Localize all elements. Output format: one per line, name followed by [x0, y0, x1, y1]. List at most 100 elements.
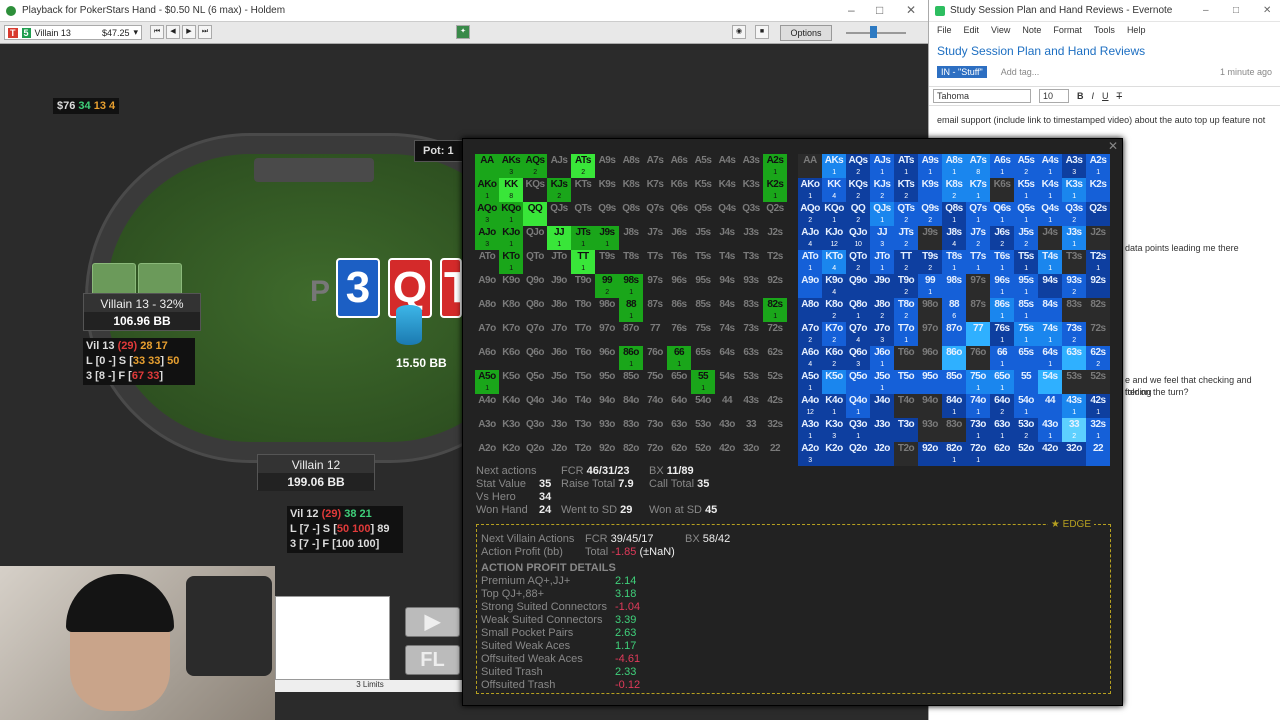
range-cell[interactable]: 76o	[643, 346, 667, 370]
range-cell[interactable]: 63o	[667, 418, 691, 442]
range-cell[interactable]: T6s 1	[990, 250, 1014, 274]
range-cell[interactable]: A2s 1	[763, 154, 787, 178]
range-cell[interactable]: T4o	[571, 394, 595, 418]
range-cell[interactable]: 55	[1014, 370, 1038, 394]
range-cell[interactable]: T9s 2	[918, 250, 942, 274]
range-cell[interactable]: AJs 1	[870, 154, 894, 178]
range-cell[interactable]: 74s 1	[1038, 322, 1062, 346]
range-cell[interactable]: 93s 2	[1062, 274, 1086, 298]
speed-slider-handle[interactable]	[870, 26, 877, 38]
range-cell[interactable]: 53s	[739, 370, 763, 394]
range-cell[interactable]: JTo	[547, 250, 571, 274]
range-cell[interactable]: 52o	[691, 442, 715, 466]
range-cell[interactable]: 86s	[667, 298, 691, 322]
range-cell[interactable]: A4s 1	[1038, 154, 1062, 178]
range-cell[interactable]: A9o	[475, 274, 499, 298]
range-cell[interactable]: Q8o 1	[846, 298, 870, 322]
range-cell[interactable]: 98s 1	[619, 274, 643, 298]
range-cell[interactable]: 99 1	[918, 274, 942, 298]
range-cell[interactable]: A8s 1	[942, 154, 966, 178]
range-cell[interactable]: AKs 3	[499, 154, 523, 178]
add-tag[interactable]: Add tag...	[1001, 67, 1040, 77]
range-cell[interactable]: 95o	[595, 370, 619, 394]
range-cell[interactable]: 33	[739, 418, 763, 442]
range-cell[interactable]: 94o	[595, 394, 619, 418]
range-cell[interactable]: T5s 1	[1014, 250, 1038, 274]
range-cell[interactable]: J2o	[547, 442, 571, 466]
range-cell[interactable]: K5o	[499, 370, 523, 394]
range-cell[interactable]: Q2s	[1086, 202, 1110, 226]
range-cell[interactable]: 97s	[643, 274, 667, 298]
menu-help[interactable]: Help	[1127, 25, 1146, 35]
range-cell[interactable]: J3o	[547, 418, 571, 442]
range-cell[interactable]: 87s	[966, 298, 990, 322]
chat-panel[interactable]	[275, 596, 390, 680]
range-cell[interactable]: Q2o	[846, 442, 870, 466]
range-cell[interactable]: 42o	[715, 442, 739, 466]
range-cell[interactable]: QJs 1	[870, 202, 894, 226]
range-cell[interactable]: KTs 2	[894, 178, 918, 202]
range-cell[interactable]: T6o	[894, 346, 918, 370]
range-cell[interactable]: T8s	[619, 250, 643, 274]
range-cell[interactable]: 52s	[763, 370, 787, 394]
maximize-icon[interactable]: □	[1233, 5, 1239, 16]
range-cell[interactable]: 65s	[691, 346, 715, 370]
range-cell[interactable]: K5o	[822, 370, 846, 394]
range-cell[interactable]: K7s 1	[966, 178, 990, 202]
range-cell[interactable]: KQo 1	[822, 202, 846, 226]
range-cell[interactable]: K3s	[739, 178, 763, 202]
range-cell[interactable]: A2o	[475, 442, 499, 466]
range-cell[interactable]: 86o	[942, 346, 966, 370]
menu-note[interactable]: Note	[1022, 25, 1041, 35]
range-cell[interactable]: 86o 1	[619, 346, 643, 370]
range-cell[interactable]: K9s	[918, 178, 942, 202]
range-cell[interactable]: 82s 1	[763, 298, 787, 322]
range-cell[interactable]: J4o	[870, 394, 894, 418]
range-cell[interactable]: A8o	[475, 298, 499, 322]
first-hand-button[interactable]: ⏮	[150, 25, 164, 39]
range-cell[interactable]: 63s	[1062, 346, 1086, 370]
range-cell[interactable]: 84s	[1038, 298, 1062, 322]
range-cell[interactable]: Q8o	[523, 298, 547, 322]
range-cell[interactable]: J5o 1	[870, 370, 894, 394]
range-cell[interactable]: 62s	[763, 346, 787, 370]
range-cell[interactable]: 85s 1	[1014, 298, 1038, 322]
range-cell[interactable]: 97s	[966, 274, 990, 298]
range-cell[interactable]: K2o	[499, 442, 523, 466]
range-cell[interactable]: 86s 1	[990, 298, 1014, 322]
range-cell[interactable]: 54s	[1038, 370, 1062, 394]
range-cell[interactable]: 83s	[1062, 298, 1086, 322]
size-select[interactable]: 10	[1039, 89, 1069, 103]
range-cell[interactable]: A9s 1	[918, 154, 942, 178]
range-cell[interactable]: K8o 2	[822, 298, 846, 322]
range-cell[interactable]: 65o	[667, 370, 691, 394]
range-cell[interactable]: KTs	[571, 178, 595, 202]
range-cell[interactable]: 52s	[1086, 370, 1110, 394]
range-cell[interactable]: K9o 4	[822, 274, 846, 298]
range-cell[interactable]: 93o	[595, 418, 619, 442]
range-cell[interactable]: TT 2	[894, 250, 918, 274]
range-cell[interactable]: 43o	[715, 418, 739, 442]
range-cell[interactable]: 42s 1	[1086, 394, 1110, 418]
range-cell[interactable]: JJ 3	[870, 226, 894, 250]
range-cell[interactable]: K4o 1	[822, 394, 846, 418]
range-cell[interactable]: ATs 1	[894, 154, 918, 178]
range-cell[interactable]: T8o 2	[894, 298, 918, 322]
range-cell[interactable]: AQo 3	[475, 202, 499, 226]
range-cell[interactable]: K6o 2	[822, 346, 846, 370]
range-cell[interactable]: KQs 2	[846, 178, 870, 202]
range-cell[interactable]: J3s 1	[1062, 226, 1086, 250]
range-cell[interactable]: A3s 3	[1062, 154, 1086, 178]
range-cell[interactable]: 62o	[990, 442, 1014, 466]
range-cell[interactable]: Q2s	[763, 202, 787, 226]
range-cell[interactable]: 54o 1	[1014, 394, 1038, 418]
range-cell[interactable]: 64o	[667, 394, 691, 418]
range-cell[interactable]: 54o	[691, 394, 715, 418]
range-cell[interactable]: QTo 2	[846, 250, 870, 274]
range-cell[interactable]: KTo 1	[499, 250, 523, 274]
range-cell[interactable]: 32o	[1062, 442, 1086, 466]
range-cell[interactable]: 82s	[1086, 298, 1110, 322]
range-cell[interactable]: A6s 1	[990, 154, 1014, 178]
fold-button[interactable]: FL	[405, 645, 460, 675]
range-cell[interactable]: J6o 1	[870, 346, 894, 370]
